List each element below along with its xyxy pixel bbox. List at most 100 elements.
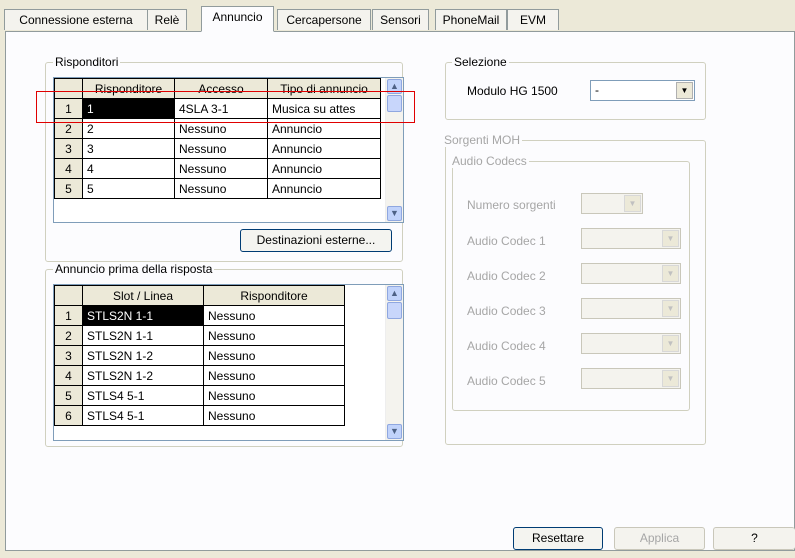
tab-annuncio[interactable]: Annuncio bbox=[201, 6, 274, 32]
tab-cercapersone[interactable]: Cercapersone bbox=[277, 9, 371, 30]
cell-risponditore[interactable]: Nessuno bbox=[203, 345, 345, 366]
audio-codec-4-select: ▼ bbox=[581, 333, 681, 354]
cell-risponditore[interactable]: 4 bbox=[82, 158, 175, 179]
reset-button[interactable]: Resettare bbox=[513, 527, 603, 550]
table-row[interactable]: 1 1 4SLA 3-1 Musica su attes bbox=[54, 98, 381, 119]
table-row[interactable]: 2 STLS2N 1-1 Nessuno bbox=[54, 325, 345, 346]
cell-risponditore[interactable]: 2 bbox=[82, 118, 175, 139]
table-row[interactable]: 1 STLS2N 1-1 Nessuno bbox=[54, 305, 345, 326]
row-number: 3 bbox=[54, 345, 83, 366]
chevron-down-icon: ▼ bbox=[662, 230, 679, 247]
chevron-down-icon: ▼ bbox=[662, 300, 679, 317]
cell-risponditore[interactable]: 1 bbox=[82, 98, 175, 119]
cell-slot[interactable]: STLS2N 1-2 bbox=[82, 345, 204, 366]
cell-risponditore[interactable]: Nessuno bbox=[203, 365, 345, 386]
table-row[interactable]: 4 STLS2N 1-2 Nessuno bbox=[54, 365, 345, 386]
row-number: 3 bbox=[54, 138, 83, 159]
tab-evm[interactable]: EVM bbox=[507, 9, 559, 30]
audio-codec-1-label: Audio Codec 1 bbox=[467, 234, 546, 248]
table-row[interactable]: 5 5 Nessuno Annuncio bbox=[54, 178, 381, 199]
cell-slot[interactable]: STLS4 5-1 bbox=[82, 385, 204, 406]
risponditori-grid[interactable]: Risponditore Accesso Tipo di annuncio 1 … bbox=[53, 77, 404, 223]
scroll-down-icon[interactable]: ▼ bbox=[387, 206, 402, 221]
help-button[interactable]: ? bbox=[713, 527, 795, 550]
scroll-thumb[interactable] bbox=[387, 95, 402, 112]
audio-codec-2-select: ▼ bbox=[581, 263, 681, 284]
row-number: 4 bbox=[54, 365, 83, 386]
table-row[interactable]: 4 4 Nessuno Annuncio bbox=[54, 158, 381, 179]
scroll-thumb[interactable] bbox=[387, 302, 402, 319]
scroll-up-icon[interactable]: ▲ bbox=[387, 286, 402, 301]
cell-accesso[interactable]: Nessuno bbox=[174, 138, 268, 159]
column-header-tipo-annuncio[interactable]: Tipo di annuncio bbox=[267, 78, 381, 99]
cell-slot[interactable]: STLS2N 1-2 bbox=[82, 365, 204, 386]
audio-codec-4-label: Audio Codec 4 bbox=[467, 339, 546, 353]
row-number: 6 bbox=[54, 405, 83, 426]
row-number: 1 bbox=[54, 305, 83, 326]
chevron-down-icon: ▼ bbox=[662, 370, 679, 387]
scroll-up-icon[interactable]: ▲ bbox=[387, 79, 402, 94]
sorgenti-moh-legend: Sorgenti MOH bbox=[442, 133, 523, 147]
table-row[interactable]: 3 STLS2N 1-2 Nessuno bbox=[54, 345, 345, 366]
corner-header bbox=[54, 285, 83, 306]
corner-header bbox=[54, 78, 83, 99]
cell-accesso[interactable]: Nessuno bbox=[174, 158, 268, 179]
column-header-risponditore[interactable]: Risponditore bbox=[82, 78, 175, 99]
table-row[interactable]: 6 STLS4 5-1 Nessuno bbox=[54, 405, 345, 426]
chevron-down-icon[interactable]: ▼ bbox=[676, 82, 693, 99]
audio-codec-5-label: Audio Codec 5 bbox=[467, 374, 546, 388]
cell-risponditore[interactable]: 5 bbox=[82, 178, 175, 199]
annuncio-grid[interactable]: Slot / Linea Risponditore 1 STLS2N 1-1 N… bbox=[53, 284, 404, 441]
cell-tipo[interactable]: Annuncio bbox=[267, 158, 381, 179]
audio-codec-3-select: ▼ bbox=[581, 298, 681, 319]
audio-codec-3-label: Audio Codec 3 bbox=[467, 304, 546, 318]
cell-accesso[interactable]: 4SLA 3-1 bbox=[174, 98, 268, 119]
row-number: 4 bbox=[54, 158, 83, 179]
row-number: 5 bbox=[54, 385, 83, 406]
chevron-down-icon: ▼ bbox=[662, 335, 679, 352]
cell-tipo[interactable]: Annuncio bbox=[267, 118, 381, 139]
audio-codec-5-select: ▼ bbox=[581, 368, 681, 389]
cell-risponditore[interactable]: 3 bbox=[82, 138, 175, 159]
scroll-down-icon[interactable]: ▼ bbox=[387, 424, 402, 439]
cell-accesso[interactable]: Nessuno bbox=[174, 178, 268, 199]
row-number: 5 bbox=[54, 178, 83, 199]
tab-connessione-esterna[interactable]: Connessione esterna bbox=[4, 9, 148, 30]
annuncio-scrollbar[interactable]: ▲ ▼ bbox=[385, 285, 403, 440]
cell-tipo[interactable]: Annuncio bbox=[267, 138, 381, 159]
risponditori-scrollbar[interactable]: ▲ ▼ bbox=[385, 78, 403, 222]
row-number: 2 bbox=[54, 118, 83, 139]
cell-tipo[interactable]: Musica su attes bbox=[267, 98, 381, 119]
cell-slot[interactable]: STLS2N 1-1 bbox=[82, 325, 204, 346]
modulo-hg-label: Modulo HG 1500 bbox=[467, 84, 558, 98]
tab-sensori[interactable]: Sensori bbox=[372, 9, 429, 30]
chevron-down-icon: ▼ bbox=[662, 265, 679, 282]
modulo-hg-select[interactable]: - ▼ bbox=[590, 80, 695, 101]
cell-risponditore[interactable]: Nessuno bbox=[203, 305, 345, 326]
apply-button: Applica bbox=[614, 527, 705, 550]
column-header-risponditore[interactable]: Risponditore bbox=[203, 285, 345, 306]
column-header-slot-linea[interactable]: Slot / Linea bbox=[82, 285, 204, 306]
audio-codec-2-label: Audio Codec 2 bbox=[467, 269, 546, 283]
cell-risponditore[interactable]: Nessuno bbox=[203, 385, 345, 406]
cell-accesso[interactable]: Nessuno bbox=[174, 118, 268, 139]
cell-risponditore[interactable]: Nessuno bbox=[203, 325, 345, 346]
risponditori-legend: Risponditori bbox=[53, 55, 121, 69]
cell-slot[interactable]: STLS4 5-1 bbox=[82, 405, 204, 426]
destinazioni-esterne-button[interactable]: Destinazioni esterne... bbox=[240, 229, 392, 252]
column-header-accesso[interactable]: Accesso bbox=[174, 78, 268, 99]
annuncio-legend: Annuncio prima della risposta bbox=[53, 262, 215, 276]
annuncio-table: Slot / Linea Risponditore 1 STLS2N 1-1 N… bbox=[54, 285, 345, 426]
tab-rele[interactable]: Relè bbox=[147, 9, 187, 30]
cell-slot[interactable]: STLS2N 1-1 bbox=[82, 305, 204, 326]
cell-risponditore[interactable]: Nessuno bbox=[203, 405, 345, 426]
cell-tipo[interactable]: Annuncio bbox=[267, 178, 381, 199]
numero-sorgenti-label: Numero sorgenti bbox=[467, 198, 556, 212]
tab-phonemail[interactable]: PhoneMail bbox=[435, 9, 507, 30]
chevron-down-icon: ▼ bbox=[624, 195, 641, 212]
numero-sorgenti-select: ▼ bbox=[581, 193, 643, 214]
table-row[interactable]: 2 2 Nessuno Annuncio bbox=[54, 118, 381, 139]
table-row[interactable]: 5 STLS4 5-1 Nessuno bbox=[54, 385, 345, 406]
audio-codecs-legend: Audio Codecs bbox=[450, 154, 529, 168]
table-row[interactable]: 3 3 Nessuno Annuncio bbox=[54, 138, 381, 159]
